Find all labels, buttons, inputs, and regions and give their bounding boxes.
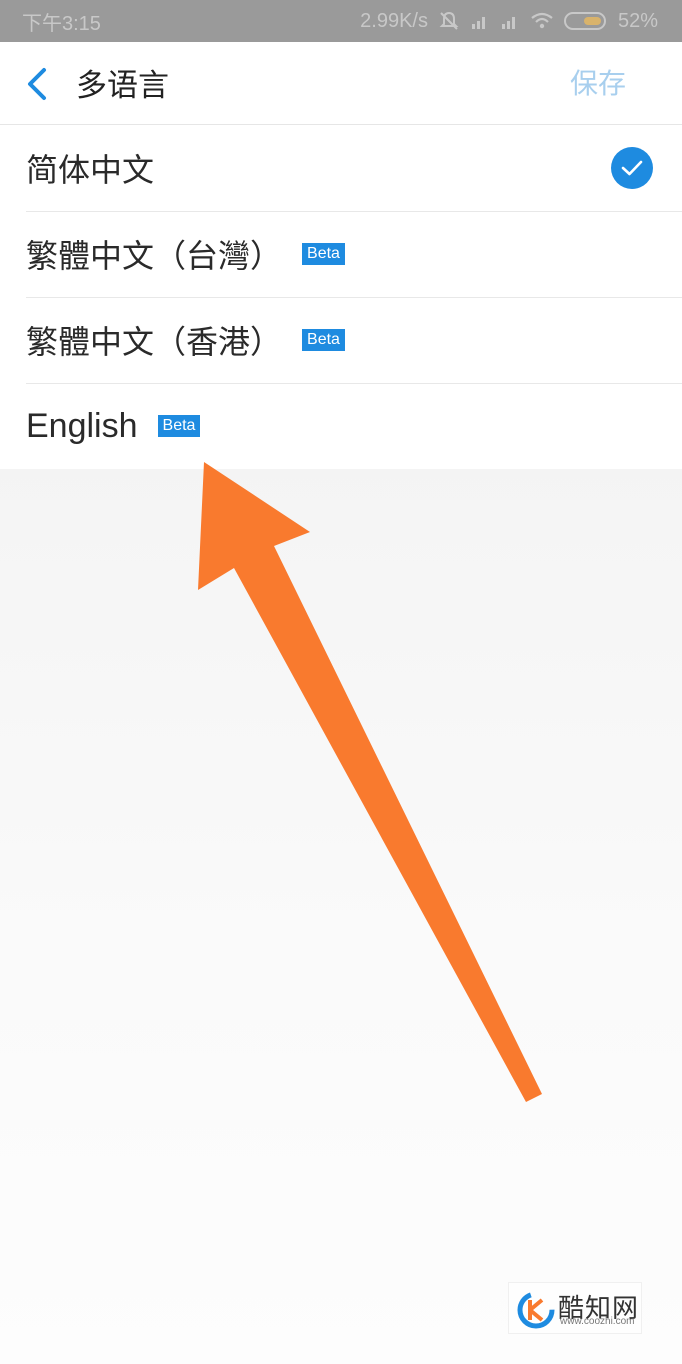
watermark-url: www.coozhi.com (560, 1316, 635, 1327)
annotation-arrow (198, 462, 542, 1102)
watermark-logo-icon (517, 1291, 555, 1329)
